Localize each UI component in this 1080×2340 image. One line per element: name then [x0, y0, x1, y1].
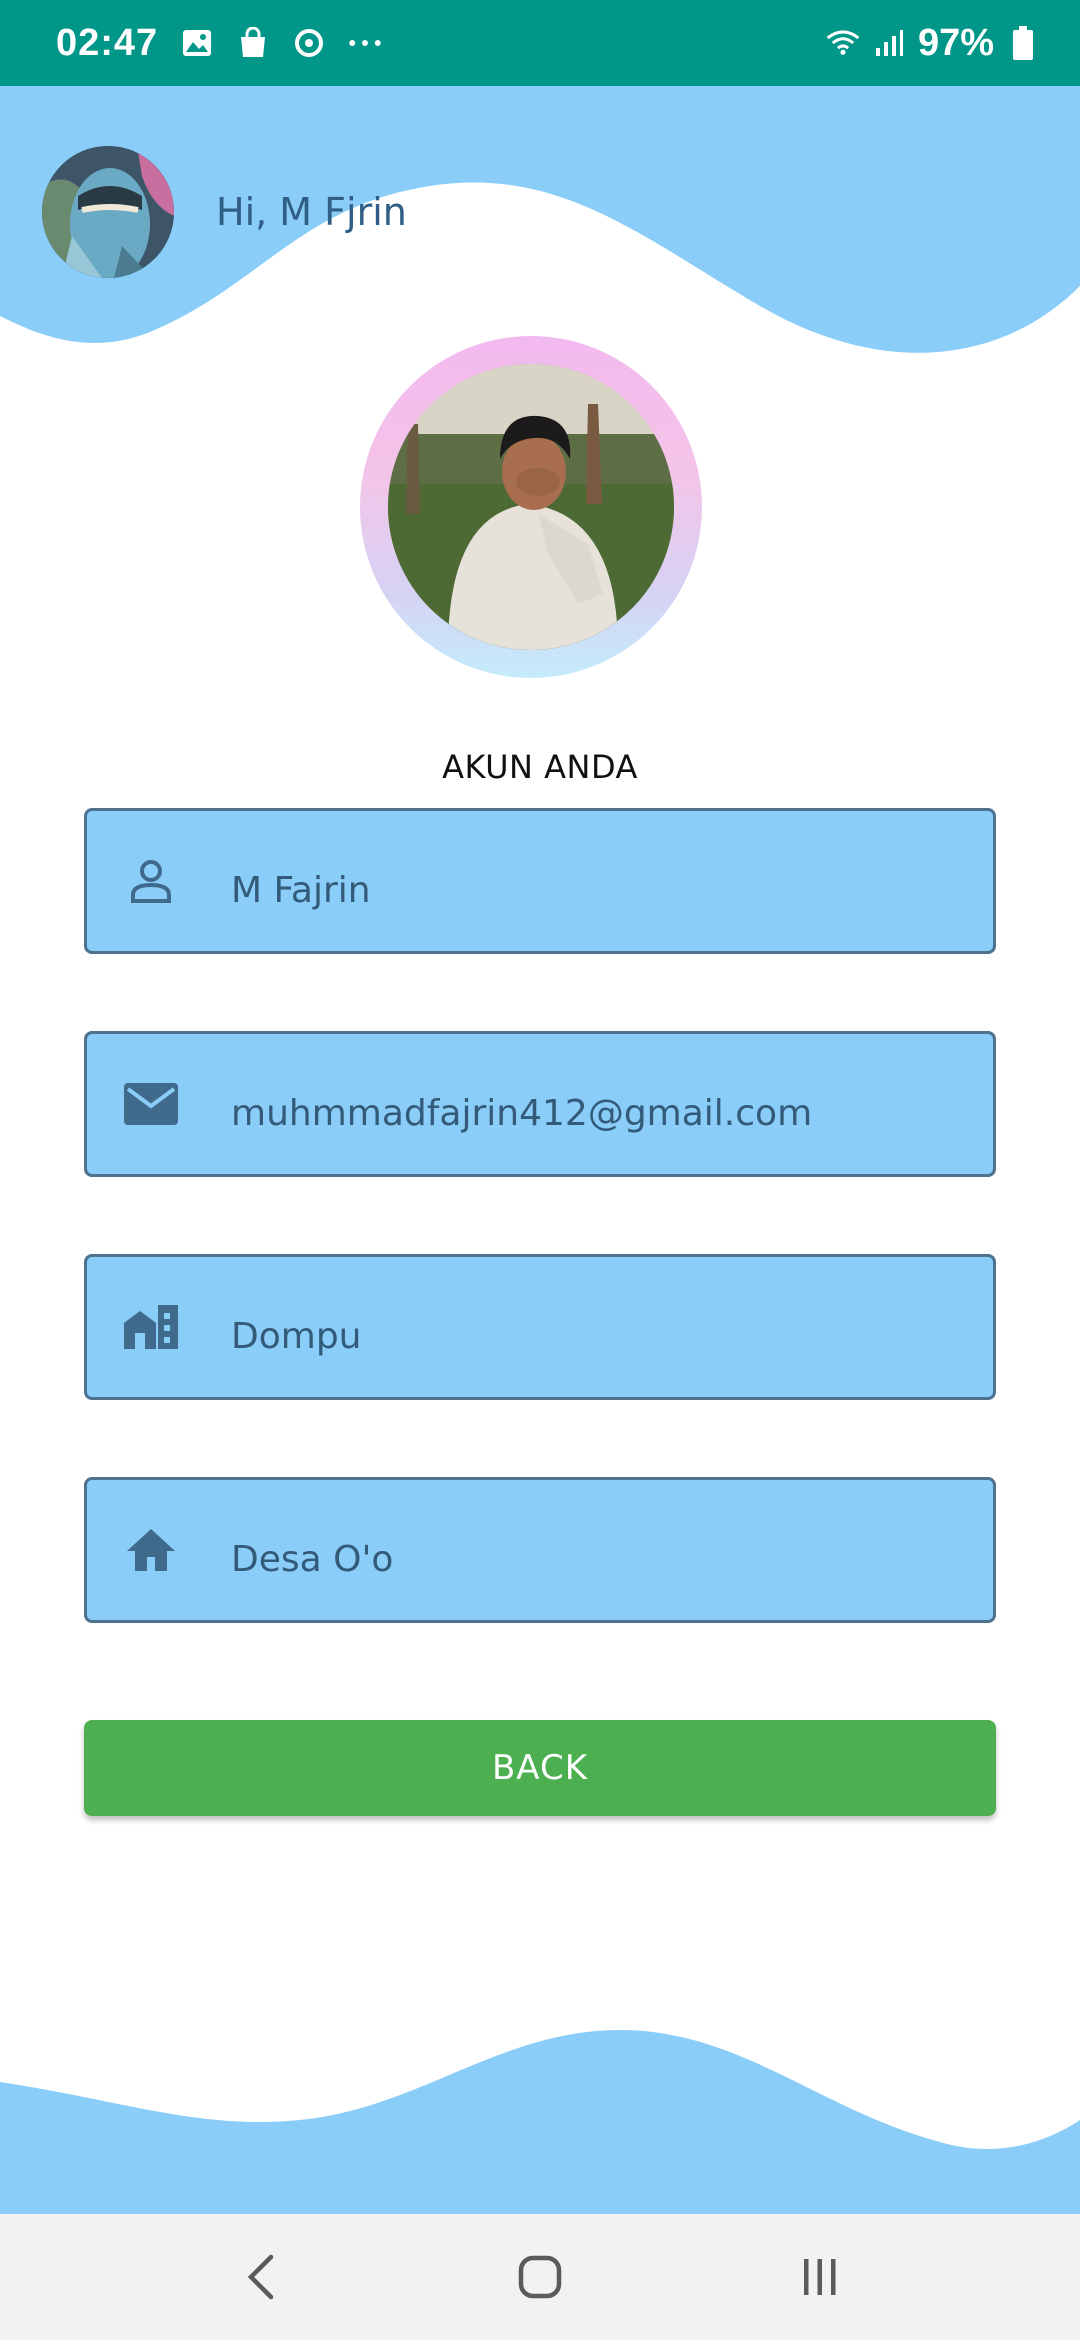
signal-icon [872, 26, 906, 60]
city-value: Dompu [231, 1315, 362, 1357]
more-dots-icon [348, 26, 382, 60]
profile-photo-ring [360, 336, 702, 678]
village-field[interactable]: Desa O'o [84, 1477, 996, 1623]
home-circle-icon[interactable] [495, 2232, 585, 2322]
home-icon [121, 1520, 181, 1580]
back-button[interactable]: BACK [84, 1720, 996, 1816]
page-title: AKUN ANDA [442, 748, 638, 786]
sync-icon [292, 26, 326, 60]
village-value: Desa O'o [231, 1538, 394, 1580]
wifi-icon [826, 26, 860, 60]
status-bar: 02:47 97% [0, 0, 1080, 86]
email-value: muhmmadfajrin412@gmail.com [231, 1092, 813, 1134]
battery-percent: 97% [917, 21, 994, 64]
shopping-bag-icon [236, 26, 270, 60]
recents-icon[interactable] [775, 2232, 865, 2322]
profile-photo[interactable] [388, 364, 674, 650]
status-time: 02:47 [56, 21, 159, 64]
city-icon [121, 1297, 181, 1357]
person-icon [121, 851, 181, 911]
bottom-wave [0, 2030, 1080, 2215]
gallery-icon [180, 26, 214, 60]
back-icon[interactable] [215, 2232, 305, 2322]
navigation-bar [0, 2214, 1080, 2340]
greeting-text: Hi, M Fjrin [216, 190, 407, 234]
email-field[interactable]: muhmmadfajrin412@gmail.com [84, 1031, 996, 1177]
name-field[interactable]: M Fajrin [84, 808, 996, 954]
name-value: M Fajrin [231, 869, 371, 911]
battery-icon [1006, 26, 1040, 60]
mail-icon [121, 1074, 181, 1134]
city-field[interactable]: Dompu [84, 1254, 996, 1400]
avatar[interactable] [42, 146, 174, 278]
